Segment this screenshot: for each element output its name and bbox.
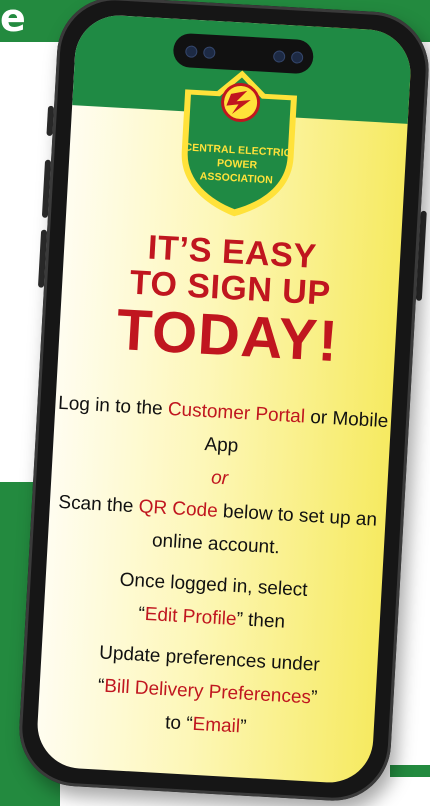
instruction-login-prefix: Log in to the	[57, 392, 169, 420]
instruction-scan-prefix: Scan the	[57, 491, 140, 518]
instruction-bill-prefix: Update preferences under	[98, 642, 321, 676]
cepa-logo: CENTRAL ELECTRIC POWER ASSOCIATION	[174, 65, 302, 221]
instructions: Log in to the Customer Portal or Mobile …	[37, 387, 392, 751]
camera-icon	[290, 51, 304, 64]
customer-portal-link[interactable]: Customer Portal	[167, 399, 305, 428]
instruction-edit-suffix: then	[242, 609, 286, 633]
phone-mockup: CENTRAL ELECTRIC POWER ASSOCIATION IT’S …	[16, 0, 430, 804]
camera-icon	[272, 50, 286, 63]
background-partial-text: e	[0, 0, 26, 40]
bill-delivery-preferences-link[interactable]: Bill Delivery Preferences	[104, 676, 312, 709]
instruction-edit-prefix: Once logged in, select	[119, 569, 309, 601]
phone-body: CENTRAL ELECTRIC POWER ASSOCIATION IT’S …	[16, 0, 430, 804]
background-green-bar	[390, 765, 430, 777]
email-option-link[interactable]: Email	[192, 714, 241, 738]
instruction-bill-mid: to	[164, 712, 187, 735]
instruction-bill-delivery: Update preferences under “Bill Delivery …	[37, 633, 378, 751]
headline: IT’S EASY TO SIGN UP TODAY!	[58, 225, 401, 376]
camera-icon	[202, 46, 216, 59]
phone-screen: CENTRAL ELECTRIC POWER ASSOCIATION IT’S …	[35, 13, 413, 785]
edit-profile-link[interactable]: Edit Profile	[144, 604, 237, 630]
qr-code-link[interactable]: QR Code	[138, 496, 218, 521]
quote-close: ”	[239, 716, 247, 738]
quote-close: ”	[310, 687, 318, 709]
camera-icon	[185, 45, 198, 58]
